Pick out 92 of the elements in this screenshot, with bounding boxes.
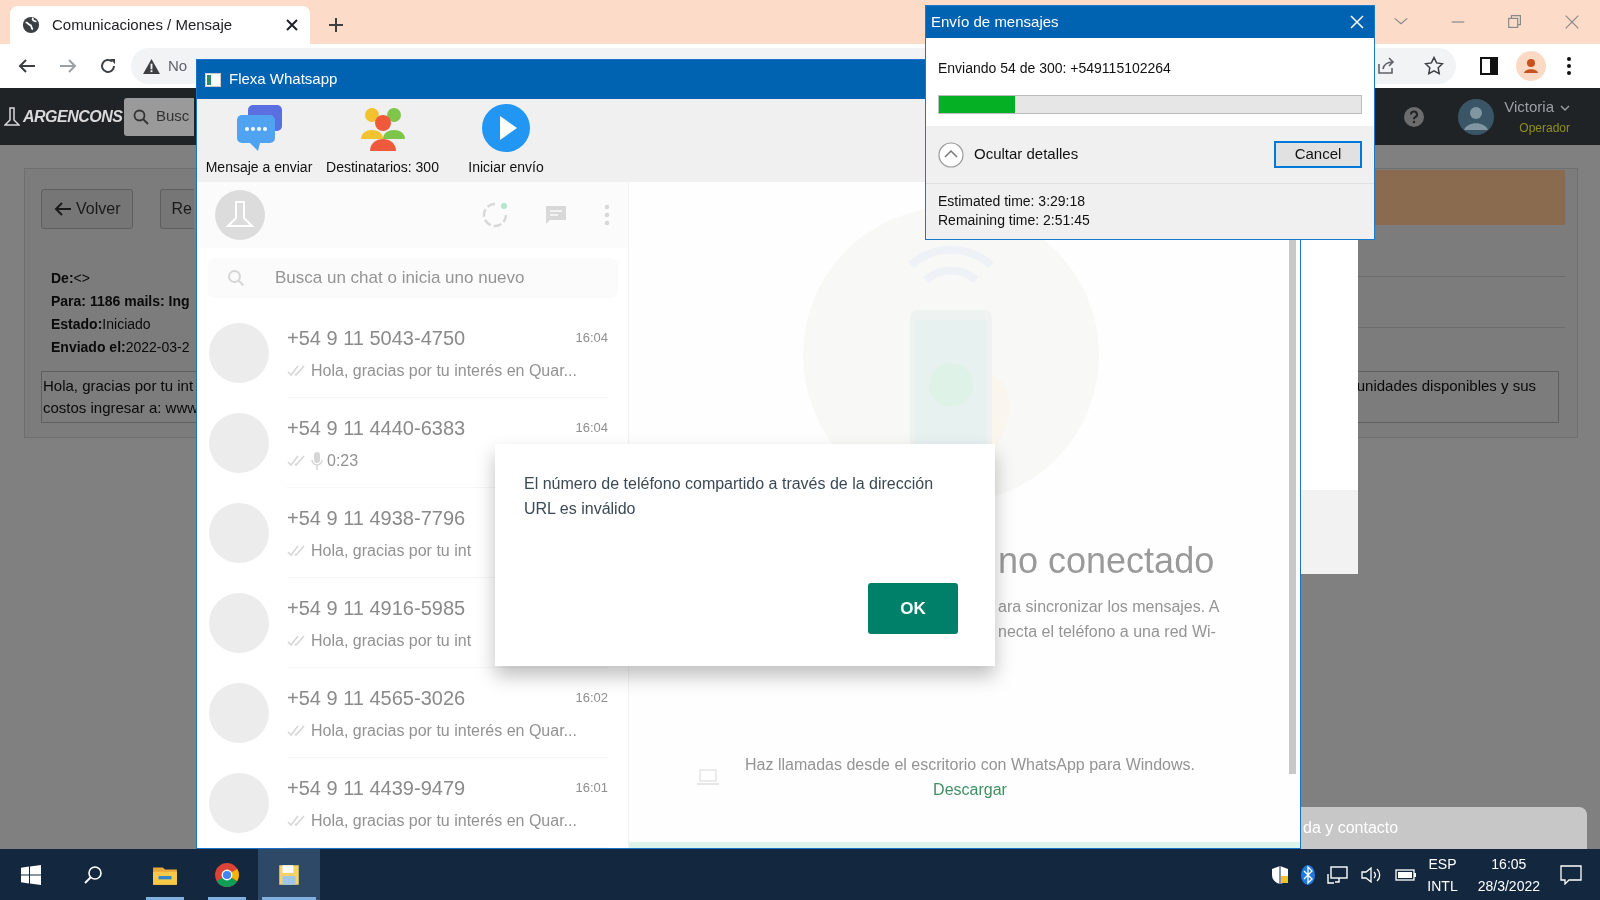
search-field[interactable]: Busca un chat o inicia uno nuevo	[207, 257, 618, 298]
page-button[interactable]: Re	[160, 189, 195, 229]
double-check-icon	[287, 544, 307, 557]
warning-icon	[143, 58, 160, 74]
double-check-icon	[287, 454, 307, 467]
browser-tab[interactable]: Comunicaciones / Mensaje	[10, 6, 310, 44]
clock[interactable]: 16:05 28/3/2022	[1477, 852, 1540, 897]
chat-preview: Hola, gracias por tu interés en Quar...	[311, 720, 577, 741]
chat-name: +54 9 11 4916-5985	[287, 595, 466, 621]
help-icon[interactable]	[1404, 106, 1425, 127]
menu-icon[interactable]	[1566, 56, 1572, 76]
chat-item[interactable]: +54 9 11 4565-3026 16:02 Hola, gracias por tu interés en Quar...	[197, 668, 628, 758]
chat-name: +54 9 11 4439-9479	[287, 775, 466, 801]
restore-icon[interactable]	[1505, 13, 1524, 31]
search-icon	[83, 864, 103, 885]
notification-icon[interactable]	[1560, 864, 1582, 885]
chat-preview: Hola, gracias por tu int	[311, 540, 472, 561]
remaining-time: Remaining time: 2:51:45	[938, 211, 1091, 230]
field-text: Enviado el:2022-03-2	[51, 338, 190, 357]
search-icon	[227, 268, 245, 287]
chat-preview: Hola, gracias por tu interés en Quar...	[311, 360, 577, 381]
chat-name: +54 9 11 5043-4750	[287, 325, 466, 351]
user-role: Operador	[1519, 119, 1570, 137]
toolbar-button[interactable]: Iniciar envío	[446, 99, 566, 182]
chat-time: 16:01	[575, 778, 608, 797]
close-icon[interactable]	[286, 19, 298, 31]
windows-logo-icon	[21, 864, 41, 885]
back-button[interactable]: Volver	[41, 189, 134, 229]
back-icon[interactable]	[18, 57, 36, 75]
calls-text: Haz llamadas desde el escritorio con WhatsApp para Windows.	[745, 755, 1195, 775]
chat-name: +54 9 11 4440-6383	[287, 415, 466, 441]
message-text: unidades disponibles y sus	[1356, 376, 1537, 396]
chevron-up-icon[interactable]	[938, 141, 964, 168]
details-toggle[interactable]: Ocultar detalles	[974, 143, 1079, 166]
message-text: Hola, gracias por tu int	[43, 376, 195, 396]
arrow-left-icon	[54, 201, 72, 217]
brand-logo: ARGENCONS	[23, 106, 123, 127]
battery-icon[interactable]	[1395, 867, 1418, 882]
field-text: Estado:Iniciado	[51, 315, 151, 334]
reload-icon[interactable]	[99, 57, 117, 75]
forward-icon[interactable]	[59, 57, 77, 75]
double-check-icon	[287, 634, 307, 647]
chat-item[interactable]: +54 9 11 4439-9479 16:01 Hola, gracias por tu interés en Quar...	[197, 758, 628, 848]
chat-time: 16:02	[575, 688, 608, 707]
double-check-icon	[287, 364, 307, 377]
dialog-title: Envío de mensajes	[931, 11, 1059, 32]
laptop-icon	[697, 769, 719, 785]
star-icon[interactable]	[1424, 56, 1444, 76]
microphone-icon	[311, 451, 323, 470]
user-name[interactable]: Victoria	[1504, 96, 1554, 119]
user-avatar-icon[interactable]	[1458, 98, 1495, 135]
share-icon[interactable]	[1376, 56, 1396, 76]
bluetooth-icon[interactable]	[1301, 864, 1316, 885]
profile-avatar-icon[interactable]	[1516, 51, 1546, 81]
chat-preview: Hola, gracias por tu interés en Quar...	[311, 810, 577, 831]
chat-bubbles-icon	[234, 103, 284, 153]
network-icon[interactable]	[1327, 865, 1350, 884]
ok-button[interactable]: OK	[868, 583, 958, 634]
field-text: Para: 1186 mails: Ing	[51, 292, 190, 311]
search-field[interactable]: Busc	[124, 97, 194, 136]
toolbar-button[interactable]: Destinatarios: 300	[319, 99, 446, 182]
status-title: no conectado	[998, 539, 1215, 583]
search-icon	[133, 108, 149, 125]
double-check-icon	[287, 724, 307, 737]
status-text: ara sincronizar los mensajes. A	[998, 597, 1220, 617]
progress-status: Enviando 54 de 300: +549115102264	[938, 59, 1172, 78]
chat-name: +54 9 11 4565-3026	[287, 685, 466, 711]
status-text: necta el teléfono a una red Wi-	[998, 622, 1217, 642]
app-icon	[205, 72, 221, 87]
language-indicator[interactable]: ESP INTL	[1427, 852, 1458, 897]
double-check-icon	[287, 814, 307, 827]
download-link[interactable]: Descargar	[933, 781, 1007, 798]
side-panel-icon[interactable]	[1480, 57, 1498, 75]
cancel-button[interactable]: Cancel	[1274, 141, 1362, 168]
caret-icon[interactable]	[1560, 104, 1570, 111]
play-icon	[481, 103, 531, 153]
alert-message: El número de teléfono compartido a través de la dirección URL es inválido	[524, 474, 935, 519]
chat-time: 16:04	[575, 418, 608, 437]
estimated-time: Estimated time: 3:29:18	[938, 192, 1087, 211]
chat-time: 16:04	[575, 328, 608, 347]
shield-icon[interactable]	[1271, 864, 1290, 885]
chat-preview: 0:23	[327, 450, 359, 471]
chat-item[interactable]: +54 9 11 5043-4750 16:04 Hola, gracias por tu interés en Quar...	[197, 308, 628, 398]
globe-icon	[22, 16, 40, 34]
window-title: Flexa Whatsapp	[229, 69, 338, 90]
plus-icon[interactable]	[328, 17, 344, 33]
chat-preview: Hola, gracias por tu int	[311, 630, 472, 651]
field-text: De:<>	[51, 269, 90, 288]
browser-logo-icon	[214, 861, 240, 888]
toolbar-button[interactable]: Mensaje a enviar	[199, 99, 319, 182]
taskbar-app[interactable]	[258, 849, 320, 900]
chat-name: +54 9 11 4938-7796	[287, 505, 466, 531]
